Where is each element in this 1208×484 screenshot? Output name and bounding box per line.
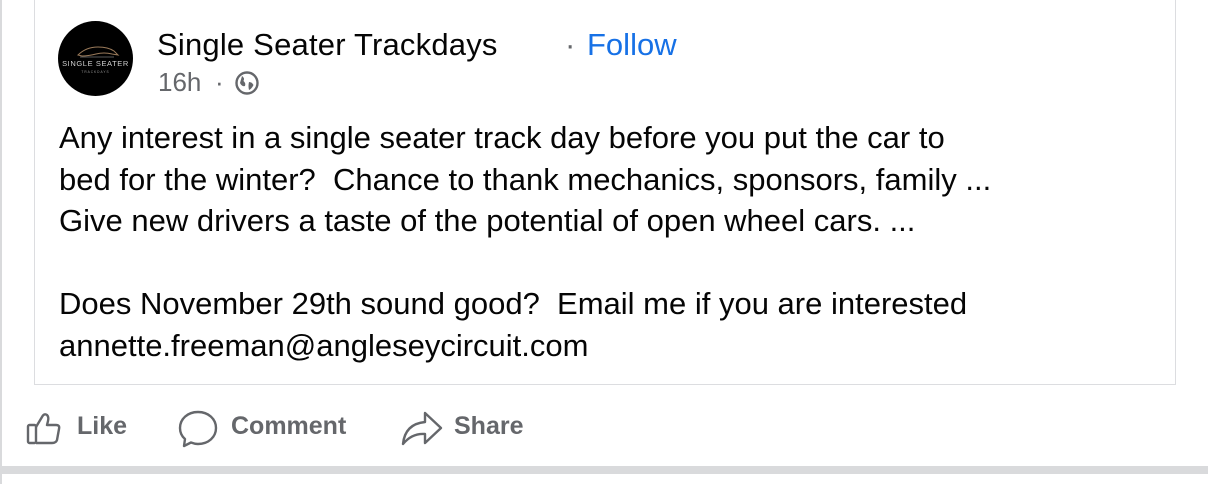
avatar-subtitle: TRACKDAYS [81,70,109,74]
avatar-logo: SINGLE SEATER TRACKDAYS [62,46,129,74]
thumbs-up-icon [26,413,61,445]
share-label: Share [454,412,524,440]
avatar-title: SINGLE SEATER [62,59,129,68]
post-body-blank-line [59,242,991,284]
header-separator: · [565,27,576,62]
page-name-link[interactable]: Single Seater Trackdays [157,27,498,63]
post-body-line: Does November 29th sound good? Email me … [59,286,968,321]
meta-separator: · [215,67,224,97]
post-body-line: Any interest in a single seater track da… [59,120,945,155]
post-body-line: Give new drivers a taste of the potentia… [59,203,916,238]
post-body-email-line[interactable]: annette.freeman@angleseycircuit.com [59,325,991,367]
post-timestamp[interactable]: 16h [158,67,201,98]
post-body-line: bed for the winter? Chance to thank mech… [59,161,992,197]
page-avatar[interactable]: SINGLE SEATER TRACKDAYS [58,21,133,96]
feed-separator [0,466,1208,474]
like-button[interactable]: Like [24,404,134,452]
post-actions-bar: Like Comment Share [0,404,1208,454]
share-arrow-icon [401,411,443,446]
comment-bubble-icon [178,410,218,448]
like-label: Like [77,412,128,440]
share-button[interactable]: Share [400,404,530,452]
post-body: Any interest in a single seater track da… [59,117,991,366]
follow-button[interactable]: Follow [587,27,677,63]
comment-label: Comment [231,412,347,440]
comment-button[interactable]: Comment [177,404,357,452]
globe-icon[interactable] [234,70,260,96]
